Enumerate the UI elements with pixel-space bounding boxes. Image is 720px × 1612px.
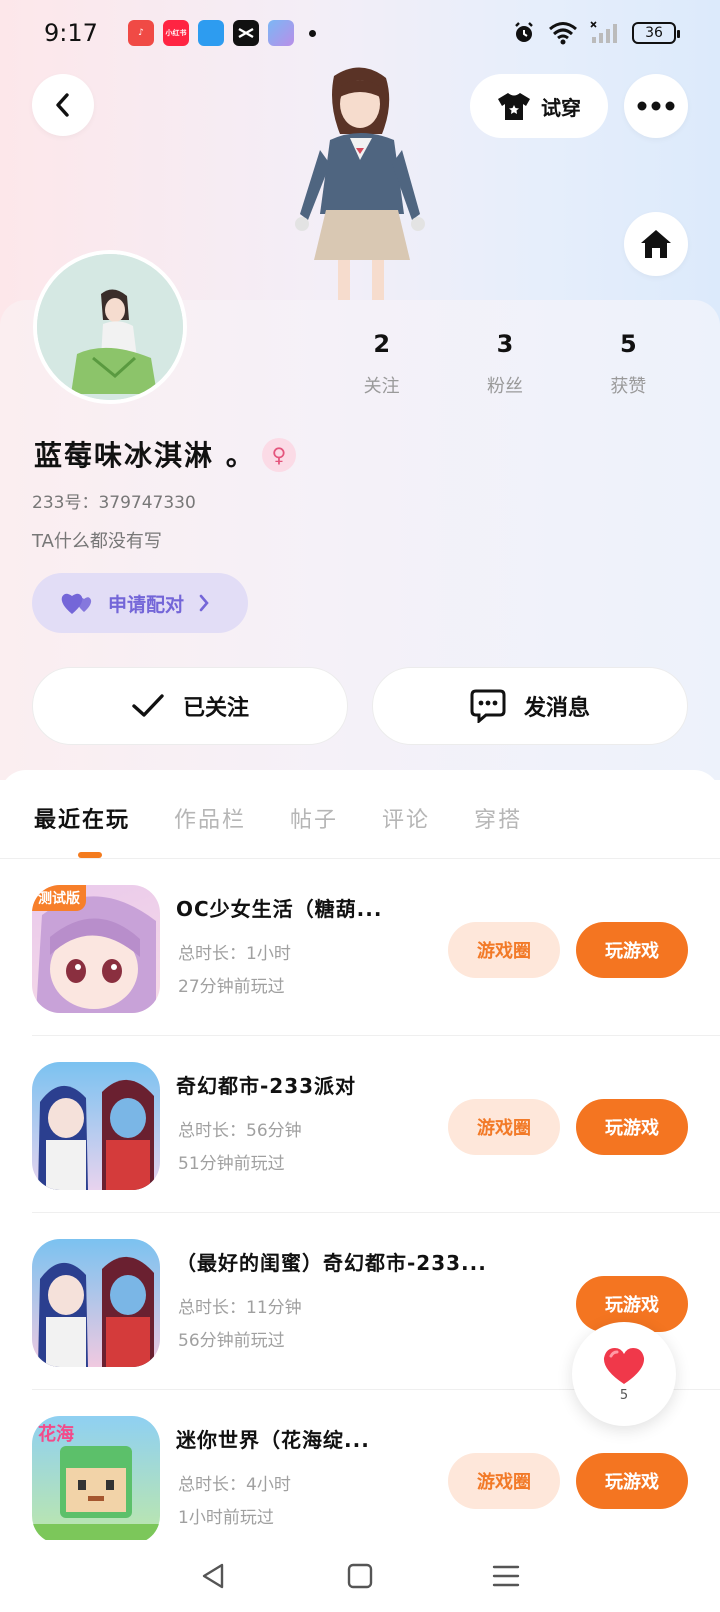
home-icon (641, 230, 671, 258)
stat-value: 2 (373, 330, 391, 358)
game-duration: 总时长：4小时 (178, 1475, 291, 1495)
signal-icon (590, 21, 617, 43)
nav-menu-icon[interactable] (492, 1564, 520, 1588)
send-message-button[interactable]: 发消息 (372, 667, 688, 745)
nav-home-icon[interactable] (347, 1563, 373, 1589)
like-floating-button[interactable]: 5 (572, 1322, 676, 1426)
stat-following[interactable]: 2 关注 (320, 330, 443, 398)
more-notifications-icon (309, 29, 316, 37)
game-last-played: 56分钟前玩过 (178, 1331, 285, 1351)
music-app-icon: ♪ (128, 20, 154, 46)
system-nav-bar (0, 1540, 720, 1612)
alarm-icon (515, 22, 533, 42)
beta-badge: 测试版 (32, 885, 86, 911)
game-title: OC少女生活（糖葫... (176, 897, 383, 921)
game-icon-image: 花海 (32, 1423, 160, 1544)
status-indicators: 36 (512, 21, 680, 45)
profile-stats: 2 关注 3 粉丝 5 获赞 (320, 330, 690, 398)
feather-app-icon (198, 20, 224, 46)
stat-followers[interactable]: 3 粉丝 (443, 330, 566, 398)
status-time: 9:17 (44, 19, 98, 47)
game-icon[interactable]: 测试版 (32, 885, 160, 1013)
apply-pair-button[interactable]: 申请配对 (32, 573, 248, 633)
game-title: 奇幻都市-233派对 (176, 1074, 357, 1098)
play-game-button[interactable]: 玩游戏 (576, 922, 688, 978)
stat-value: 5 (619, 330, 637, 358)
tab-comments[interactable]: 评论 (382, 802, 430, 834)
pair-label: 申请配对 (108, 593, 185, 616)
status-app-icons: ♪ 小红书 (128, 20, 316, 46)
tab-outfits[interactable]: 穿搭 (474, 802, 522, 834)
user-id: 233号：379747330 (32, 493, 196, 513)
game-icon-image (38, 1079, 154, 1190)
following-label: 已关注 (182, 696, 249, 721)
chevron-right-icon (199, 594, 209, 612)
game-row[interactable]: 奇幻都市-233派对 总时长：56分钟 51分钟前玩过 游戏圈 玩游戏 (0, 1036, 720, 1213)
game-icon[interactable]: 花海 (32, 1416, 160, 1544)
game-duration: 总时长：56分钟 (178, 1121, 302, 1141)
heart-icon (603, 1347, 645, 1384)
game-duration: 总时长：1小时 (178, 944, 291, 964)
game-circle-button[interactable]: 游戏圈 (448, 1453, 560, 1509)
play-game-button[interactable]: 玩游戏 (576, 1453, 688, 1509)
back-button[interactable] (32, 74, 94, 136)
more-options-button[interactable] (624, 74, 688, 138)
stat-value: 3 (496, 330, 514, 358)
chat-bubble-icon (470, 689, 506, 723)
stat-likes[interactable]: 5 获赞 (567, 330, 690, 398)
game-circle-button[interactable]: 游戏圈 (448, 1099, 560, 1155)
game-duration: 总时长：11分钟 (178, 1298, 302, 1318)
wifi-icon (549, 22, 577, 45)
home-button[interactable] (624, 212, 688, 276)
tab-recently-played[interactable]: 最近在玩 (34, 802, 130, 834)
female-gender-icon: ♀ (262, 438, 296, 472)
tab-posts[interactable]: 帖子 (290, 802, 338, 834)
checkmark-icon (132, 694, 164, 717)
game-title: （最好的闺蜜）奇幻都市-233... (176, 1251, 487, 1275)
capcut-app-icon (233, 20, 259, 46)
like-count: 5 (619, 1387, 629, 1403)
try-on-button[interactable]: 试穿 (470, 74, 608, 138)
profile-tabs: 最近在玩 作品栏 帖子 评论 穿搭 (34, 802, 522, 834)
game-title: 迷你世界（花海绽... (176, 1428, 370, 1452)
game-last-played: 51分钟前玩过 (178, 1154, 285, 1174)
status-bar: 9:17 ♪ 小红书 36 (0, 0, 720, 66)
try-on-label: 试穿 (541, 95, 581, 120)
game-last-played: 27分钟前玩过 (178, 977, 285, 997)
tab-works[interactable]: 作品栏 (174, 802, 246, 834)
battery-indicator: 36 (632, 22, 680, 44)
avatar-image (37, 254, 183, 400)
game-last-played: 1小时前玩过 (178, 1508, 274, 1528)
game-icon-image (38, 1256, 154, 1367)
stat-label: 粉丝 (486, 376, 523, 397)
nav-back-icon[interactable] (200, 1562, 228, 1590)
svg-text:花海: 花海 (38, 1423, 74, 1445)
avatar-3d-figure (295, 67, 425, 300)
stat-label: 关注 (363, 376, 400, 397)
chevron-left-icon (56, 93, 69, 117)
double-heart-icon (61, 593, 92, 614)
game-icon[interactable] (32, 1062, 160, 1190)
nickname: 蓝莓味冰淇淋 。 (34, 439, 256, 472)
send-message-label: 发消息 (523, 696, 590, 721)
avatar[interactable] (33, 250, 187, 404)
game-row[interactable]: 测试版 OC少女生活（糖葫... 总时长：1小时 27分钟前玩过 游戏圈 玩游戏 (0, 859, 720, 1036)
more-dots-icon (637, 101, 675, 111)
game-icon[interactable] (32, 1239, 160, 1367)
xiaohongshu-app-icon: 小红书 (163, 20, 189, 46)
stat-label: 获赞 (610, 376, 647, 397)
bio: TA什么都没有写 (32, 531, 162, 552)
shirt-icon (498, 93, 530, 120)
following-button[interactable]: 已关注 (32, 667, 348, 745)
game-circle-button[interactable]: 游戏圈 (448, 922, 560, 978)
play-game-button[interactable]: 玩游戏 (576, 1099, 688, 1155)
game-app-icon (268, 20, 294, 46)
